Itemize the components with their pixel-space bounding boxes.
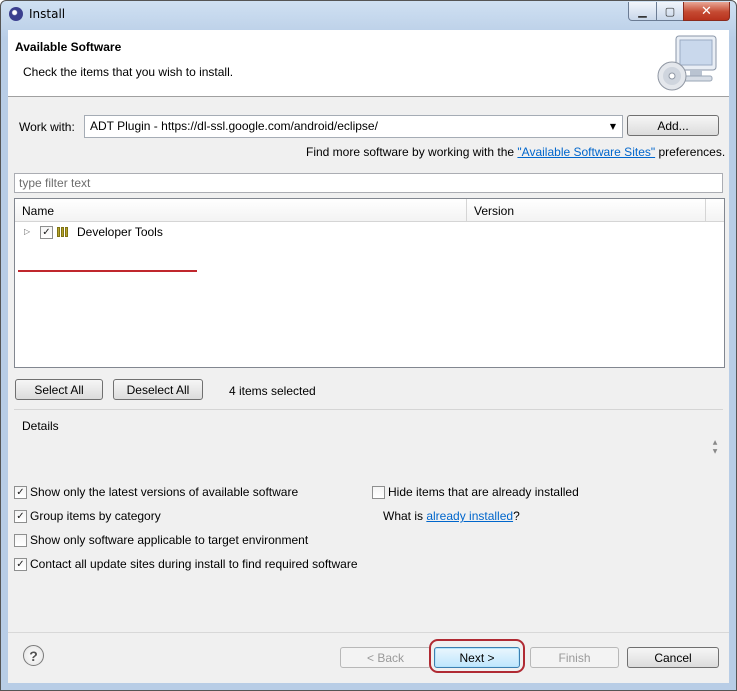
expand-triangle-icon[interactable]: ▷ <box>24 227 30 236</box>
software-tree[interactable]: Name Version ▷ ✓ Developer Tools <box>14 198 725 368</box>
find-more-prefix: Find more software by working with the <box>306 145 518 159</box>
column-header-version[interactable]: Version <box>467 199 706 221</box>
column-name-label: Name <box>22 204 55 218</box>
annotation-underline <box>18 270 197 272</box>
group-by-category-label: Group items by category <box>30 509 161 523</box>
page-title: Available Software <box>15 40 122 54</box>
already-installed-text: What is already installed? <box>383 509 520 523</box>
footer-divider <box>8 632 729 633</box>
available-sites-link[interactable]: "Available Software Sites" <box>517 145 655 159</box>
title-bar[interactable]: Install ▁ ▢ ✕ <box>1 1 736 29</box>
details-section: Details ▲ ▼ <box>14 409 723 468</box>
applicable-only-checkbox[interactable] <box>14 534 27 547</box>
tree-header: Name Version <box>15 199 724 222</box>
details-scroll-icon[interactable]: ▲ ▼ <box>711 438 719 458</box>
column-header-name[interactable]: Name <box>15 199 467 221</box>
eclipse-icon <box>9 7 23 21</box>
filter-field[interactable] <box>14 173 723 193</box>
what-is-suffix: ? <box>513 509 520 523</box>
package-icon <box>57 227 71 237</box>
latest-versions-label: Show only the latest versions of availab… <box>30 485 299 499</box>
work-with-label: Work with: <box>19 120 75 134</box>
group-by-category-checkbox[interactable]: ✓ <box>14 510 27 523</box>
find-more-suffix: preferences. <box>655 145 726 159</box>
install-window: Install ▁ ▢ ✕ Available Software Check t… <box>0 0 737 691</box>
finish-button[interactable]: Finish <box>530 647 619 668</box>
maximize-button[interactable]: ▢ <box>656 2 684 21</box>
annotation-highlight-ring <box>429 639 525 673</box>
tree-row[interactable]: ▷ ✓ Developer Tools <box>15 222 724 242</box>
latest-versions-checkbox[interactable]: ✓ <box>14 486 27 499</box>
what-is-prefix: What is <box>383 509 427 523</box>
find-more-text: Find more software by working with the "… <box>306 145 725 159</box>
filter-input[interactable] <box>15 174 723 192</box>
deselect-all-button[interactable]: Deselect All <box>113 379 203 400</box>
page-description: Check the items that you wish to install… <box>23 65 234 79</box>
add-site-button[interactable]: Add... <box>627 115 719 136</box>
minimize-button[interactable]: ▁ <box>628 2 657 21</box>
dialog-body: Available Software Check the items that … <box>8 30 729 683</box>
contact-sites-checkbox[interactable]: ✓ <box>14 558 27 571</box>
minimize-icon: ▁ <box>638 4 647 18</box>
select-all-button[interactable]: Select All <box>15 379 103 400</box>
already-installed-link[interactable]: already installed <box>426 509 513 523</box>
tree-row-label: Developer Tools <box>77 225 163 239</box>
hide-installed-label: Hide items that are already installed <box>388 485 579 499</box>
developer-tools-checkbox[interactable]: ✓ <box>40 226 53 239</box>
chevron-down-icon[interactable]: ▼ <box>606 118 620 134</box>
cancel-button[interactable]: Cancel <box>627 647 719 668</box>
applicable-only-label: Show only software applicable to target … <box>30 533 309 547</box>
selection-status: 4 items selected <box>229 384 316 398</box>
back-button[interactable]: < Back <box>340 647 431 668</box>
contact-sites-label: Contact all update sites during install … <box>30 557 358 571</box>
close-icon: ✕ <box>701 3 712 19</box>
hide-installed-checkbox[interactable] <box>372 486 385 499</box>
close-button[interactable]: ✕ <box>683 2 730 21</box>
work-with-value: ADT Plugin - https://dl-ssl.google.com/a… <box>90 119 378 133</box>
help-icon[interactable]: ? <box>23 645 44 666</box>
work-with-combo[interactable]: ADT Plugin - https://dl-ssl.google.com/a… <box>84 115 623 138</box>
install-monitor-icon <box>657 35 717 91</box>
wizard-header: Available Software Check the items that … <box>8 30 729 97</box>
details-label: Details <box>22 419 59 433</box>
maximize-icon: ▢ <box>664 4 676 18</box>
window-title: Install <box>29 7 66 21</box>
column-version-label: Version <box>474 204 515 218</box>
